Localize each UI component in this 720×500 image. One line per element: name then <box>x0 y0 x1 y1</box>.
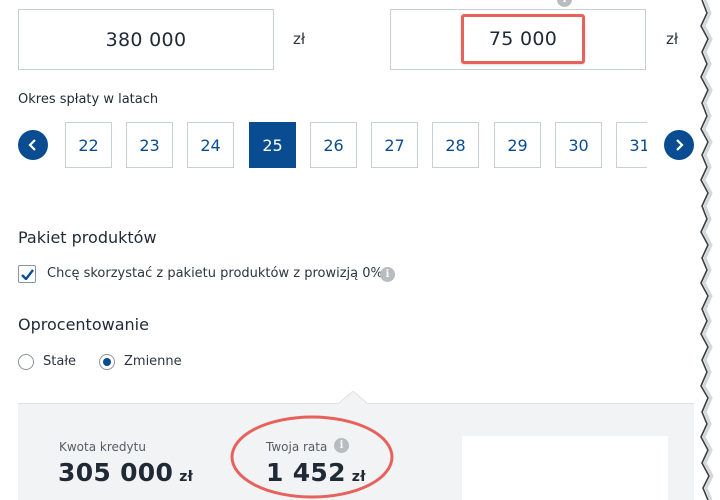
property-value: 380 000 <box>105 28 187 51</box>
own-contribution-value: 75 000 <box>488 28 558 50</box>
interest-title: Oprocentowanie <box>18 315 149 334</box>
loan-calculator: 380 000 zł i 75 000 zł Okres spłaty w la… <box>0 0 720 500</box>
year-option[interactable]: 23 <box>126 122 173 168</box>
year-option[interactable]: 30 <box>555 122 602 168</box>
year-option-selected[interactable]: 25 <box>249 122 296 168</box>
period-label: Okres spłaty w latach <box>18 92 159 107</box>
summary-notch <box>338 391 368 405</box>
chevron-left-icon <box>28 139 36 151</box>
checkmark-icon <box>20 268 34 280</box>
radio-fixed-label: Stałe <box>43 354 77 369</box>
years-strip: 22 23 24 25 26 27 28 29 30 31 <box>65 122 647 170</box>
package-checkbox[interactable] <box>18 265 36 283</box>
own-contribution-unit: zł <box>666 30 679 48</box>
year-option[interactable]: 26 <box>310 122 357 168</box>
year-option[interactable]: 28 <box>432 122 479 168</box>
highlight-ellipse <box>230 415 394 499</box>
package-title: Pakiet produktów <box>18 228 157 247</box>
year-option[interactable]: 22 <box>65 122 112 168</box>
year-option[interactable]: 24 <box>187 122 234 168</box>
year-option[interactable]: 29 <box>494 122 541 168</box>
package-info-icon[interactable]: i <box>380 267 395 282</box>
loan-amount-value: 305 000 zł <box>58 458 194 487</box>
year-option[interactable]: 27 <box>371 122 418 168</box>
package-checkbox-label: Chcę skorzystać z pakietu produktów z pr… <box>47 266 383 281</box>
torn-edge <box>700 0 720 500</box>
property-unit: zł <box>293 30 306 48</box>
prev-years-button[interactable] <box>18 130 48 160</box>
radio-fixed[interactable] <box>18 354 34 370</box>
info-icon[interactable]: i <box>557 0 572 7</box>
summary-side-box <box>462 436 668 500</box>
chevron-right-icon <box>676 139 684 151</box>
loan-amount-label: Kwota kredytu <box>59 440 146 454</box>
radio-variable[interactable] <box>99 354 115 370</box>
radio-selected-dot <box>103 358 111 366</box>
property-value-field[interactable]: 380 000 <box>18 9 274 70</box>
radio-variable-label: Zmienne <box>124 354 182 369</box>
year-option[interactable]: 31 <box>616 122 647 168</box>
